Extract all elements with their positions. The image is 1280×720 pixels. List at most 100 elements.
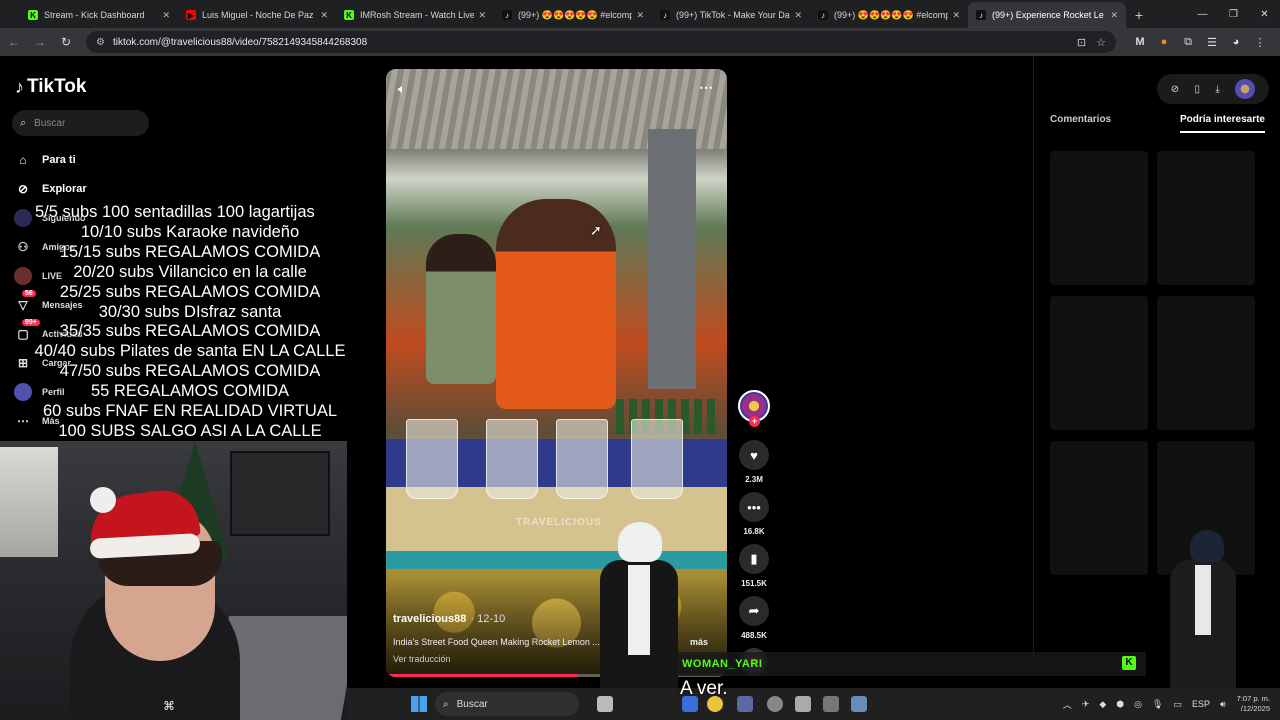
extensions-puzzle-icon[interactable]: ⧉ xyxy=(1176,30,1200,54)
minimize-icon[interactable]: — xyxy=(1187,0,1218,28)
browser-toolbar: ← → ↻ ⚙ tiktok.com/@travelicious88/video… xyxy=(0,28,1280,56)
app-icon[interactable] xyxy=(795,696,811,712)
kick-logo-icon: K xyxy=(1122,656,1136,670)
top-right-toolbar: ⊘ ▯ ⤓ xyxy=(1157,74,1269,104)
tray-chevron-icon[interactable]: ︿ xyxy=(1063,698,1072,711)
install-app-icon[interactable]: ⊡ xyxy=(1077,36,1086,49)
app-icon[interactable] xyxy=(851,696,867,712)
creator-avatar-button[interactable]: + xyxy=(737,390,771,427)
tray-app-icon[interactable]: ▭ xyxy=(1173,699,1182,710)
back-arrow-icon[interactable]: ← xyxy=(2,30,26,54)
bookmark-star-icon[interactable]: ☆ xyxy=(1096,36,1106,49)
tiktok-note-icon: ♪ xyxy=(15,76,24,97)
see-translation-link[interactable]: Ver traducción xyxy=(393,654,451,664)
save-button[interactable]: ▮ 151.5K xyxy=(737,544,771,588)
goal-line: 47/50 subs REGALAMOS COMIDA xyxy=(59,362,321,381)
tray-app-icon[interactable]: ✈ xyxy=(1082,699,1090,710)
anime-character-left-shirt xyxy=(628,565,650,655)
tray-app-icon[interactable]: ◆ xyxy=(1099,699,1106,710)
tab-favicon-icon: K xyxy=(344,10,354,20)
reading-list-icon[interactable]: ☰ xyxy=(1200,30,1224,54)
tab-close-icon[interactable]: ✕ xyxy=(162,10,170,21)
chat-username: WOMAN_YARI xyxy=(682,658,763,670)
clock-time: 7:07 p. m. xyxy=(1236,694,1270,703)
browser-tab[interactable]: K Stream - Kick Dashboard ✕ xyxy=(20,2,178,28)
extension-m-icon[interactable]: M xyxy=(1128,30,1152,54)
goal-line: 35/35 subs REGALAMOS COMIDA xyxy=(59,322,321,341)
tab-close-icon[interactable]: ✕ xyxy=(952,10,960,21)
tray-app-icon[interactable]: ◎ xyxy=(1134,699,1142,710)
tray-app-icon[interactable]: ⬢ xyxy=(1116,699,1124,710)
video-scene-glass xyxy=(486,419,538,499)
reload-icon[interactable]: ↻ xyxy=(54,30,78,54)
suggested-video-thumbnail[interactable] xyxy=(1157,151,1255,285)
profile-avatar-icon[interactable]: ◕ xyxy=(1224,30,1248,54)
tab-podria-interesarte[interactable]: Podría interesarte xyxy=(1179,114,1265,133)
nav-label: Para ti xyxy=(42,154,76,166)
user-avatar[interactable] xyxy=(1235,79,1256,99)
share-arrow-icon[interactable]: ➦ xyxy=(739,596,769,626)
suggested-video-thumbnail[interactable] xyxy=(1157,296,1255,430)
device-icon[interactable]: ▯ xyxy=(1195,84,1201,95)
extension-flame-icon[interactable]: ● xyxy=(1152,30,1176,54)
task-view-icon[interactable] xyxy=(597,696,613,712)
heart-icon[interactable]: ♥ xyxy=(739,440,769,470)
share-button[interactable]: ➦ 488.5K xyxy=(737,596,771,640)
browser-tab[interactable]: ▶ Luis Miguel - Noche De Paz - Yo ✕ xyxy=(178,2,336,28)
suggested-video-thumbnail[interactable] xyxy=(1050,441,1148,575)
home-icon: ⌂ xyxy=(19,153,27,167)
goal-line: 100 SUBS SALGO ASI A LA CALLE xyxy=(58,421,322,440)
microphone-icon[interactable]: 🎙︎ xyxy=(1152,699,1163,710)
volume-icon[interactable]: 🔈︎ xyxy=(398,81,406,97)
restore-icon[interactable]: ❐ xyxy=(1218,0,1249,28)
close-window-icon[interactable]: ✕ xyxy=(1249,0,1280,28)
new-tab-button[interactable]: + xyxy=(1126,2,1152,28)
tab-title: (99+) TikTok - Make Your Day xyxy=(676,10,791,20)
coin-icon[interactable]: ⊘ xyxy=(1171,84,1179,95)
url-text: tiktok.com/@travelicious88/video/7582149… xyxy=(112,36,368,48)
comment-bubble-icon[interactable]: ••• xyxy=(739,492,769,522)
app-icon[interactable] xyxy=(767,696,783,712)
browser-tab[interactable]: ♪ (99+) TikTok - Make Your Day ✕ xyxy=(652,2,810,28)
author-name[interactable]: travelicious88 xyxy=(393,613,466,625)
tab-close-icon[interactable]: ✕ xyxy=(478,10,486,21)
volume-icon[interactable]: 🔊︎ xyxy=(1220,699,1226,710)
browser-menu-icon[interactable]: ⋮ xyxy=(1248,30,1272,54)
tab-comentarios[interactable]: Comentarios xyxy=(1050,114,1111,133)
app-icon[interactable] xyxy=(823,696,839,712)
tab-close-icon[interactable]: ✕ xyxy=(794,10,802,21)
windows-start-icon[interactable] xyxy=(411,696,427,712)
browser-tab[interactable]: K IMRosh Stream - Watch Live on✕ xyxy=(336,2,494,28)
nav-item-para-ti[interactable]: ⌂ Para ti xyxy=(14,151,76,169)
browser-tab[interactable]: ♪ (99+) Experience Rocket Le ✕ xyxy=(968,2,1126,28)
forward-arrow-icon[interactable]: → xyxy=(28,30,52,54)
tab-close-icon[interactable]: ✕ xyxy=(320,10,328,21)
clock-date: /12/2025 xyxy=(1240,704,1270,713)
tab-close-icon[interactable]: ✕ xyxy=(636,10,644,21)
tab-close-icon[interactable]: ✕ xyxy=(1110,10,1118,21)
suggested-video-thumbnail[interactable] xyxy=(1050,296,1148,430)
site-info-icon[interactable]: ⚙ xyxy=(96,37,105,48)
tiktok-logo[interactable]: ♪ TikTok xyxy=(15,76,86,98)
more-options-icon[interactable]: ⋯ xyxy=(699,79,713,96)
taskbar-clock[interactable]: 7:07 p. m. /12/2025 xyxy=(1237,694,1270,714)
bookmark-icon[interactable]: ▮ xyxy=(739,544,769,574)
app-icon[interactable] xyxy=(737,696,753,712)
system-tray: ︿ ✈ ◆ ⬢ ◎ 🎙︎ ▭ ESP 🔊︎ 7:07 p. m. /12/202… xyxy=(1058,688,1280,720)
video-author[interactable]: travelicious88 · 12-10 xyxy=(393,613,505,625)
follow-plus-icon[interactable]: + xyxy=(749,416,760,427)
suggested-video-thumbnail[interactable] xyxy=(1050,151,1148,285)
comment-button[interactable]: ••• 16.8K xyxy=(737,492,771,536)
browser-tab[interactable]: ♪ (99+) 😍😍😍😍😍 #elcomp ✕ xyxy=(810,2,968,28)
nav-item-explorar[interactable]: ⊘ Explorar xyxy=(14,180,87,198)
search-input[interactable]: ⌕ Buscar xyxy=(12,110,149,136)
description-more-link[interactable]: más xyxy=(690,637,708,647)
language-indicator[interactable]: ESP xyxy=(1192,699,1210,709)
taskbar-search[interactable]: ⌕ Buscar xyxy=(435,692,579,716)
like-button[interactable]: ♥ 2.3M xyxy=(737,440,771,484)
tab-favicon-icon: ♪ xyxy=(976,10,986,20)
download-icon[interactable]: ⤓ xyxy=(1215,84,1219,95)
browser-tab[interactable]: ♪ (99+) 😍😍😍😍😍 #elcomp ✕ xyxy=(494,2,652,28)
address-bar[interactable]: ⚙ tiktok.com/@travelicious88/video/75821… xyxy=(86,31,1116,53)
mouse-cursor-icon: ➚ xyxy=(590,222,602,238)
